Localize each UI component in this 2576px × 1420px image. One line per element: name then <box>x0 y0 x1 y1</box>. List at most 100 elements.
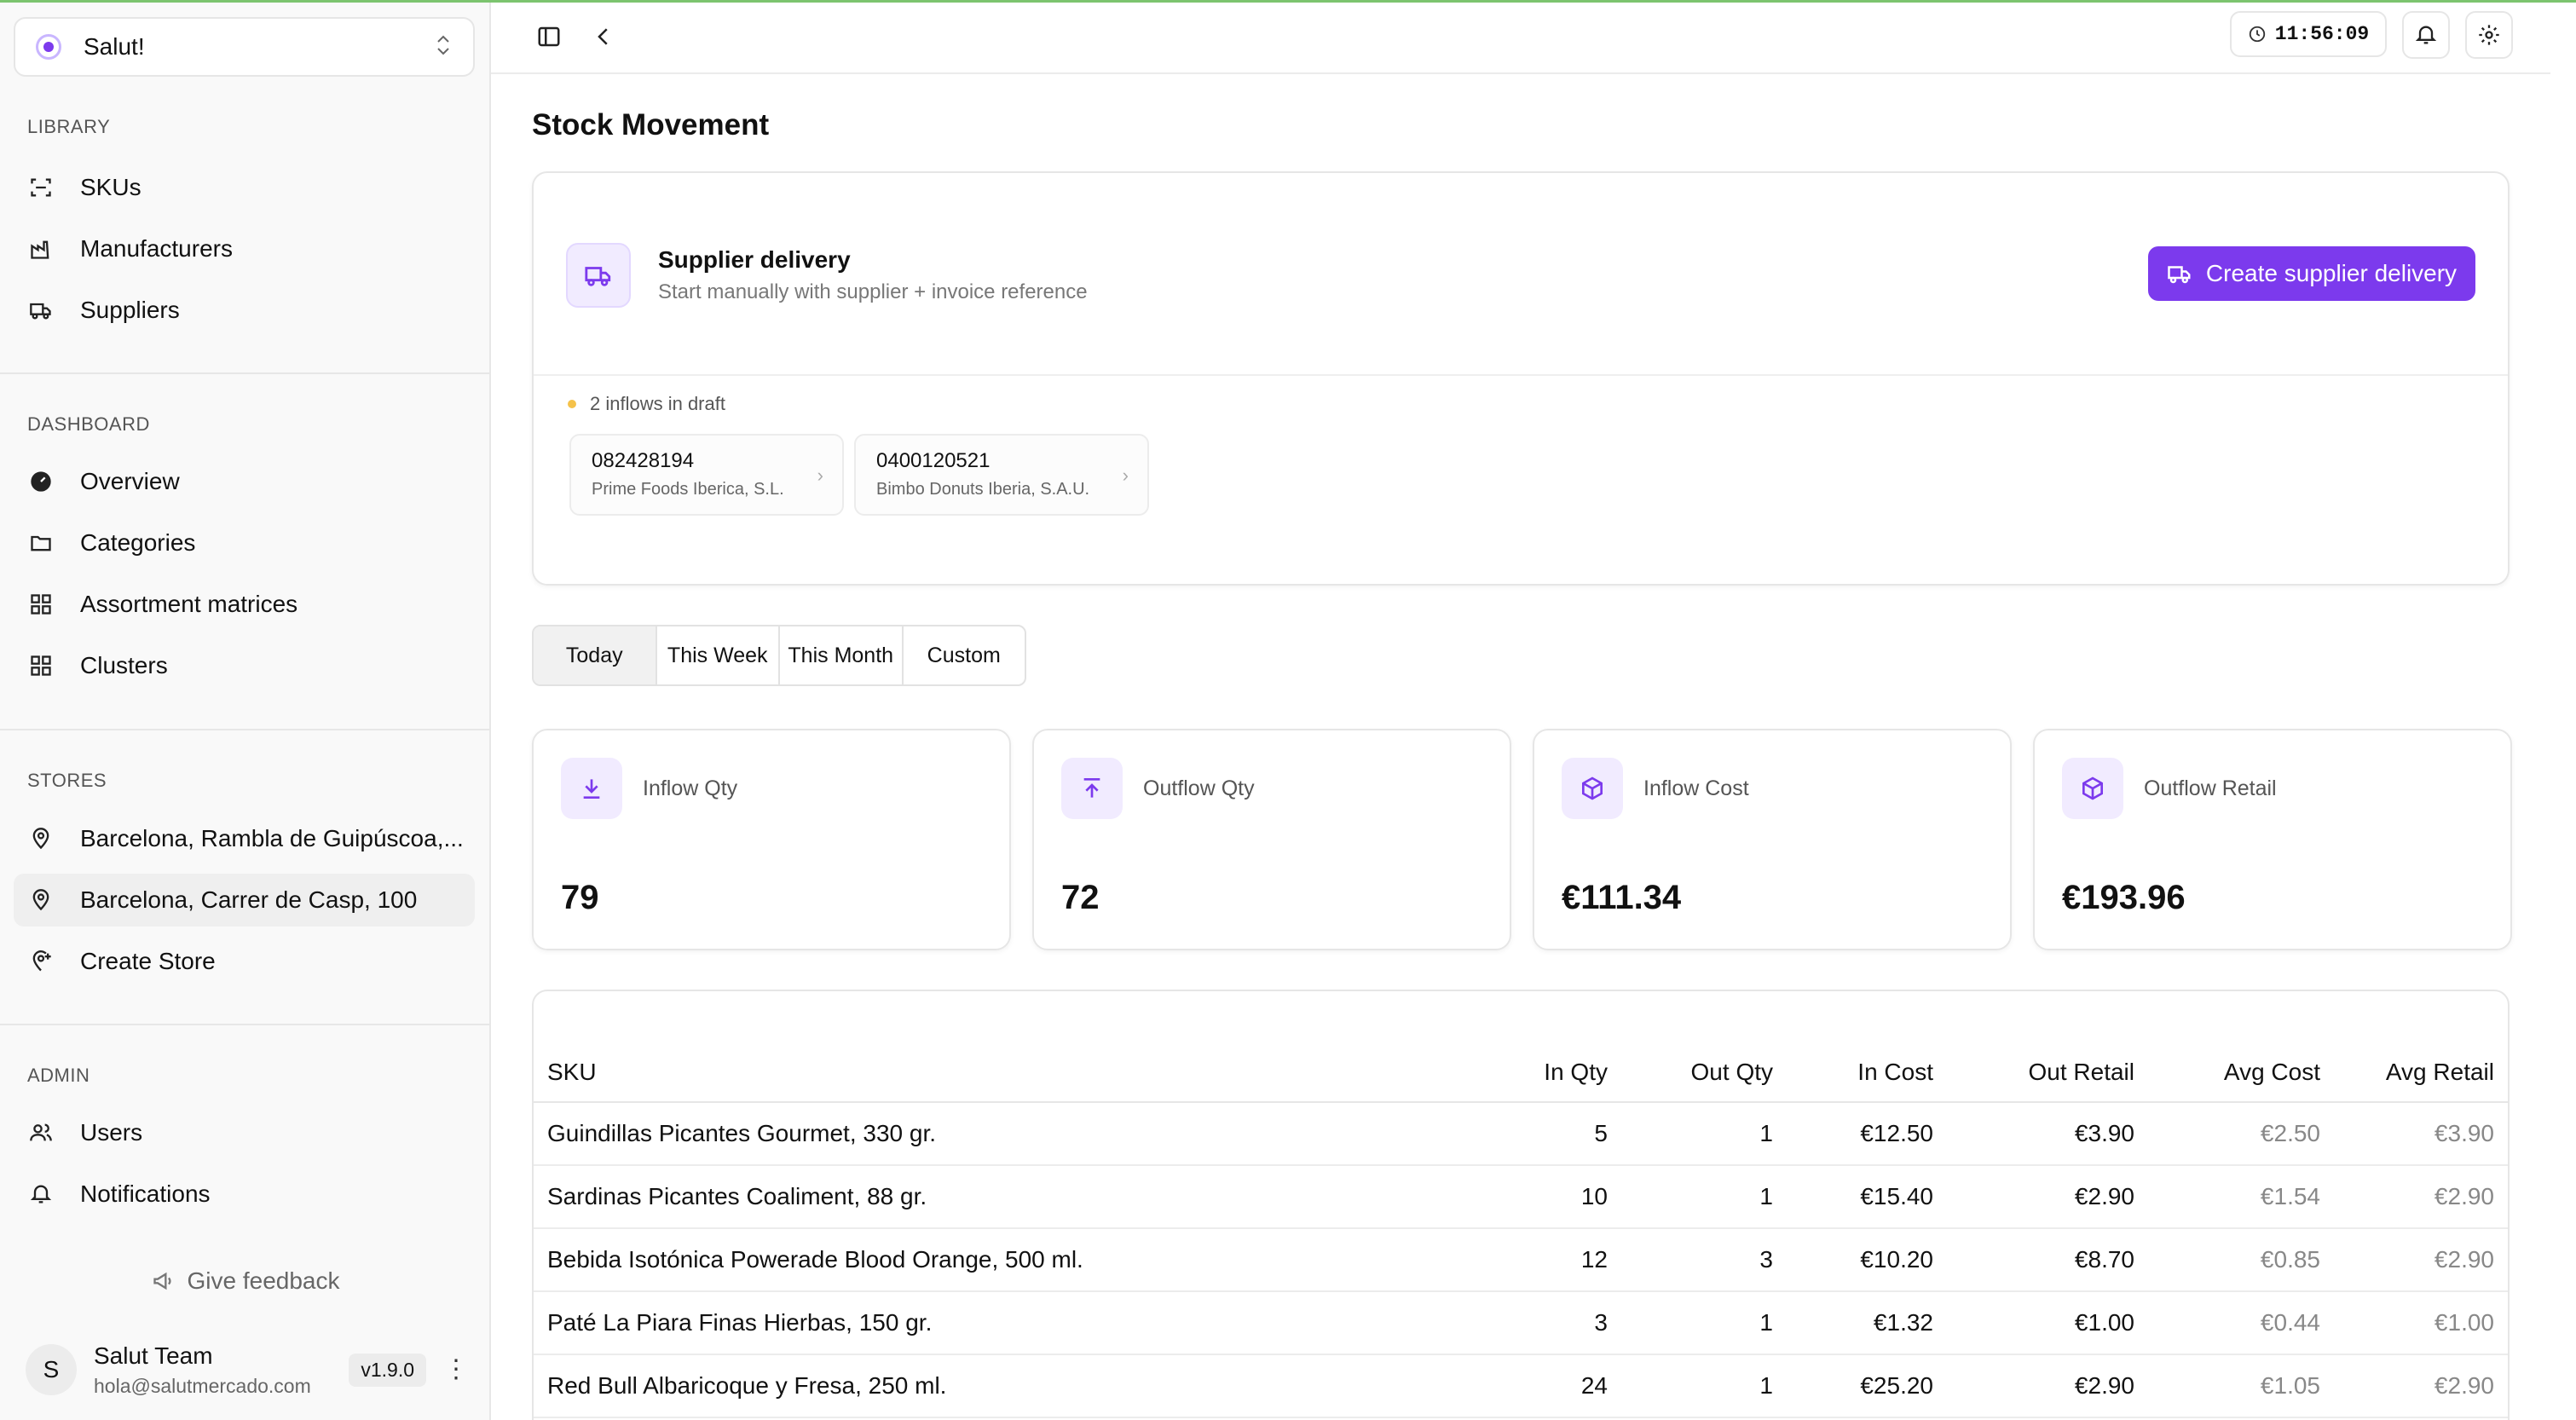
chevrons-up-down-icon <box>434 32 453 62</box>
back-chevron-icon[interactable] <box>586 20 621 54</box>
section-label-admin: ADMIN <box>27 1065 90 1086</box>
sidebar-toggle-icon[interactable] <box>532 20 566 54</box>
user-email: hola@salutmercado.com <box>94 1374 311 1397</box>
map-pin-icon <box>27 825 55 852</box>
sidebar-item-label: Assortment matrices <box>80 591 298 617</box>
create-button-label: Create supplier delivery <box>2205 260 2458 286</box>
avg-cost-cell: €2.50 <box>2148 1102 2334 1166</box>
in-cost-cell: €1.32 <box>1787 1291 1947 1355</box>
draft-invoice-number: 082428194 <box>592 449 695 472</box>
delivery-subtitle: Start manually with supplier + invoice r… <box>658 280 1088 303</box>
avg-cost-cell: €1.05 <box>2148 1354 2334 1418</box>
sidebar-item-suppliers[interactable]: Suppliers <box>14 284 475 337</box>
sku-cell: Sardinas Picantes Coaliment, 88 gr. <box>534 1165 1454 1229</box>
avatar: S <box>26 1344 77 1395</box>
draft-invoice-number: 0400120521 <box>876 449 991 472</box>
page-title: Stock Movement <box>532 108 770 141</box>
divider <box>0 1024 489 1025</box>
column-header[interactable]: In Qty <box>1454 1042 1621 1103</box>
workspace-switcher[interactable]: Salut! <box>14 17 475 77</box>
scan-icon <box>27 174 55 201</box>
package-icon <box>2062 758 2123 819</box>
stat-value: €111.34 <box>1562 879 1682 916</box>
table-row[interactable]: Guindillas Picantes Gourmet, 330 gr. 5 1… <box>534 1102 2508 1166</box>
sidebar-item-notifications[interactable]: Notifications <box>14 1168 475 1221</box>
stat-card-outflow-retail: Outflow Retail €193.96 <box>2033 729 2512 950</box>
column-header[interactable]: SKU <box>534 1042 1454 1103</box>
sidebar-item-store-rambla[interactable]: Barcelona, Rambla de Guipúscoa,... <box>14 812 475 865</box>
avg-retail-cell: €2.90 <box>2334 1165 2508 1229</box>
give-feedback-button[interactable]: Give feedback <box>0 1267 491 1295</box>
sidebar-item-skus[interactable]: SKUs <box>14 161 475 214</box>
sidebar-item-label: Overview <box>80 468 180 494</box>
in-cost-cell: €12.50 <box>1787 1102 1947 1166</box>
table-row[interactable]: Bebida Isotónica Powerade Blood Orange, … <box>534 1228 2508 1292</box>
avg-cost-cell: €0.44 <box>2148 1291 2334 1355</box>
column-header[interactable]: Out Qty <box>1621 1042 1787 1103</box>
in-qty-cell: 24 <box>1454 1354 1621 1418</box>
version-badge: v1.9.0 <box>349 1353 426 1387</box>
stat-label: Outflow Retail <box>2144 776 2277 800</box>
table-header-row: SKU In Qty Out Qty In Cost Out Retail Av… <box>534 1042 2508 1103</box>
sidebar-item-clusters[interactable]: Clusters <box>14 639 475 692</box>
chevron-right-icon: › <box>817 465 823 486</box>
top-bar: 11:56:09 <box>491 3 2550 74</box>
tab-today[interactable]: Today <box>534 626 657 684</box>
sidebar-item-label: Categories <box>80 529 196 556</box>
out-qty-cell: 1 <box>1621 1165 1787 1229</box>
sidebar-item-categories[interactable]: Categories <box>14 517 475 569</box>
tab-custom[interactable]: Custom <box>904 626 1025 684</box>
stat-card-inflow-qty: Inflow Qty 79 <box>532 729 1011 950</box>
user-menu[interactable]: S Salut Team hola@salutmercado.com v1.9.… <box>26 1337 469 1402</box>
sidebar-item-manufacturers[interactable]: Manufacturers <box>14 222 475 275</box>
in-cost-cell: €15.40 <box>1787 1165 1947 1229</box>
sidebar-item-label: Barcelona, Rambla de Guipúscoa,... <box>80 825 464 851</box>
sidebar-item-store-casp[interactable]: Barcelona, Carrer de Casp, 100 <box>14 874 475 926</box>
stat-label: Inflow Cost <box>1643 776 1749 800</box>
out-qty-cell: 1 <box>1621 1291 1787 1355</box>
user-name: Salut Team <box>94 1342 213 1369</box>
create-supplier-delivery-button[interactable]: Create supplier delivery <box>2148 246 2475 301</box>
more-vertical-icon[interactable]: ⋮ <box>443 1357 469 1382</box>
tab-this-week[interactable]: This Week <box>657 626 780 684</box>
column-header[interactable]: Avg Cost <box>2148 1042 2334 1103</box>
stat-card-inflow-cost: Inflow Cost €111.34 <box>1533 729 2012 950</box>
column-header[interactable]: In Cost <box>1787 1042 1947 1103</box>
draft-inflow-card[interactable]: 082428194 Prime Foods Iberica, S.L. › <box>569 434 844 516</box>
sidebar-item-label: Suppliers <box>80 297 180 323</box>
column-header[interactable]: Avg Retail <box>2334 1042 2508 1103</box>
sku-cell: Guindillas Picantes Gourmet, 330 gr. <box>534 1102 1454 1166</box>
notifications-button[interactable] <box>2402 11 2450 59</box>
supplier-delivery-card: Supplier delivery Start manually with su… <box>532 171 2510 586</box>
column-header[interactable]: Out Retail <box>1947 1042 2148 1103</box>
divider <box>0 372 489 374</box>
out-retail-cell: €2.90 <box>1947 1165 2148 1229</box>
sidebar-item-overview[interactable]: Overview <box>14 455 475 508</box>
download-icon <box>561 758 622 819</box>
sidebar-item-assortment-matrices[interactable]: Assortment matrices <box>14 578 475 631</box>
table-row[interactable]: Sardinas Picantes Coaliment, 88 gr. 10 1… <box>534 1165 2508 1229</box>
table-row[interactable]: Paté La Piara Finas Hierbas, 150 gr. 3 1… <box>534 1291 2508 1355</box>
in-qty-cell: 5 <box>1454 1102 1621 1166</box>
give-feedback-label: Give feedback <box>187 1267 340 1294</box>
in-cost-cell: €10.20 <box>1787 1228 1947 1292</box>
section-label-stores: STORES <box>27 770 107 791</box>
sidebar-item-users[interactable]: Users <box>14 1106 475 1159</box>
draft-inflow-card[interactable]: 0400120521 Bimbo Donuts Iberia, S.A.U. › <box>854 434 1149 516</box>
out-retail-cell: €1.00 <box>1947 1291 2148 1355</box>
delivery-title: Supplier delivery <box>658 246 851 273</box>
section-label-library: LIBRARY <box>27 116 111 137</box>
sidebar-item-label: SKUs <box>80 174 142 200</box>
bell-icon <box>2415 26 2437 44</box>
truck-icon <box>566 243 631 308</box>
factory-icon <box>27 235 55 263</box>
settings-button[interactable] <box>2465 11 2513 59</box>
bell-icon <box>27 1180 55 1208</box>
user-info: Salut Team hola@salutmercado.com <box>94 1342 311 1398</box>
in-cost-cell: €25.20 <box>1787 1354 1947 1418</box>
tab-this-month[interactable]: This Month <box>780 626 904 684</box>
sidebar-item-create-store[interactable]: Create Store <box>14 935 475 988</box>
sidebar-item-label: Users <box>80 1119 143 1146</box>
table-row[interactable]: Red Bull Albaricoque y Fresa, 250 ml. 24… <box>534 1354 2508 1418</box>
avg-retail-cell: €1.00 <box>2334 1291 2508 1355</box>
